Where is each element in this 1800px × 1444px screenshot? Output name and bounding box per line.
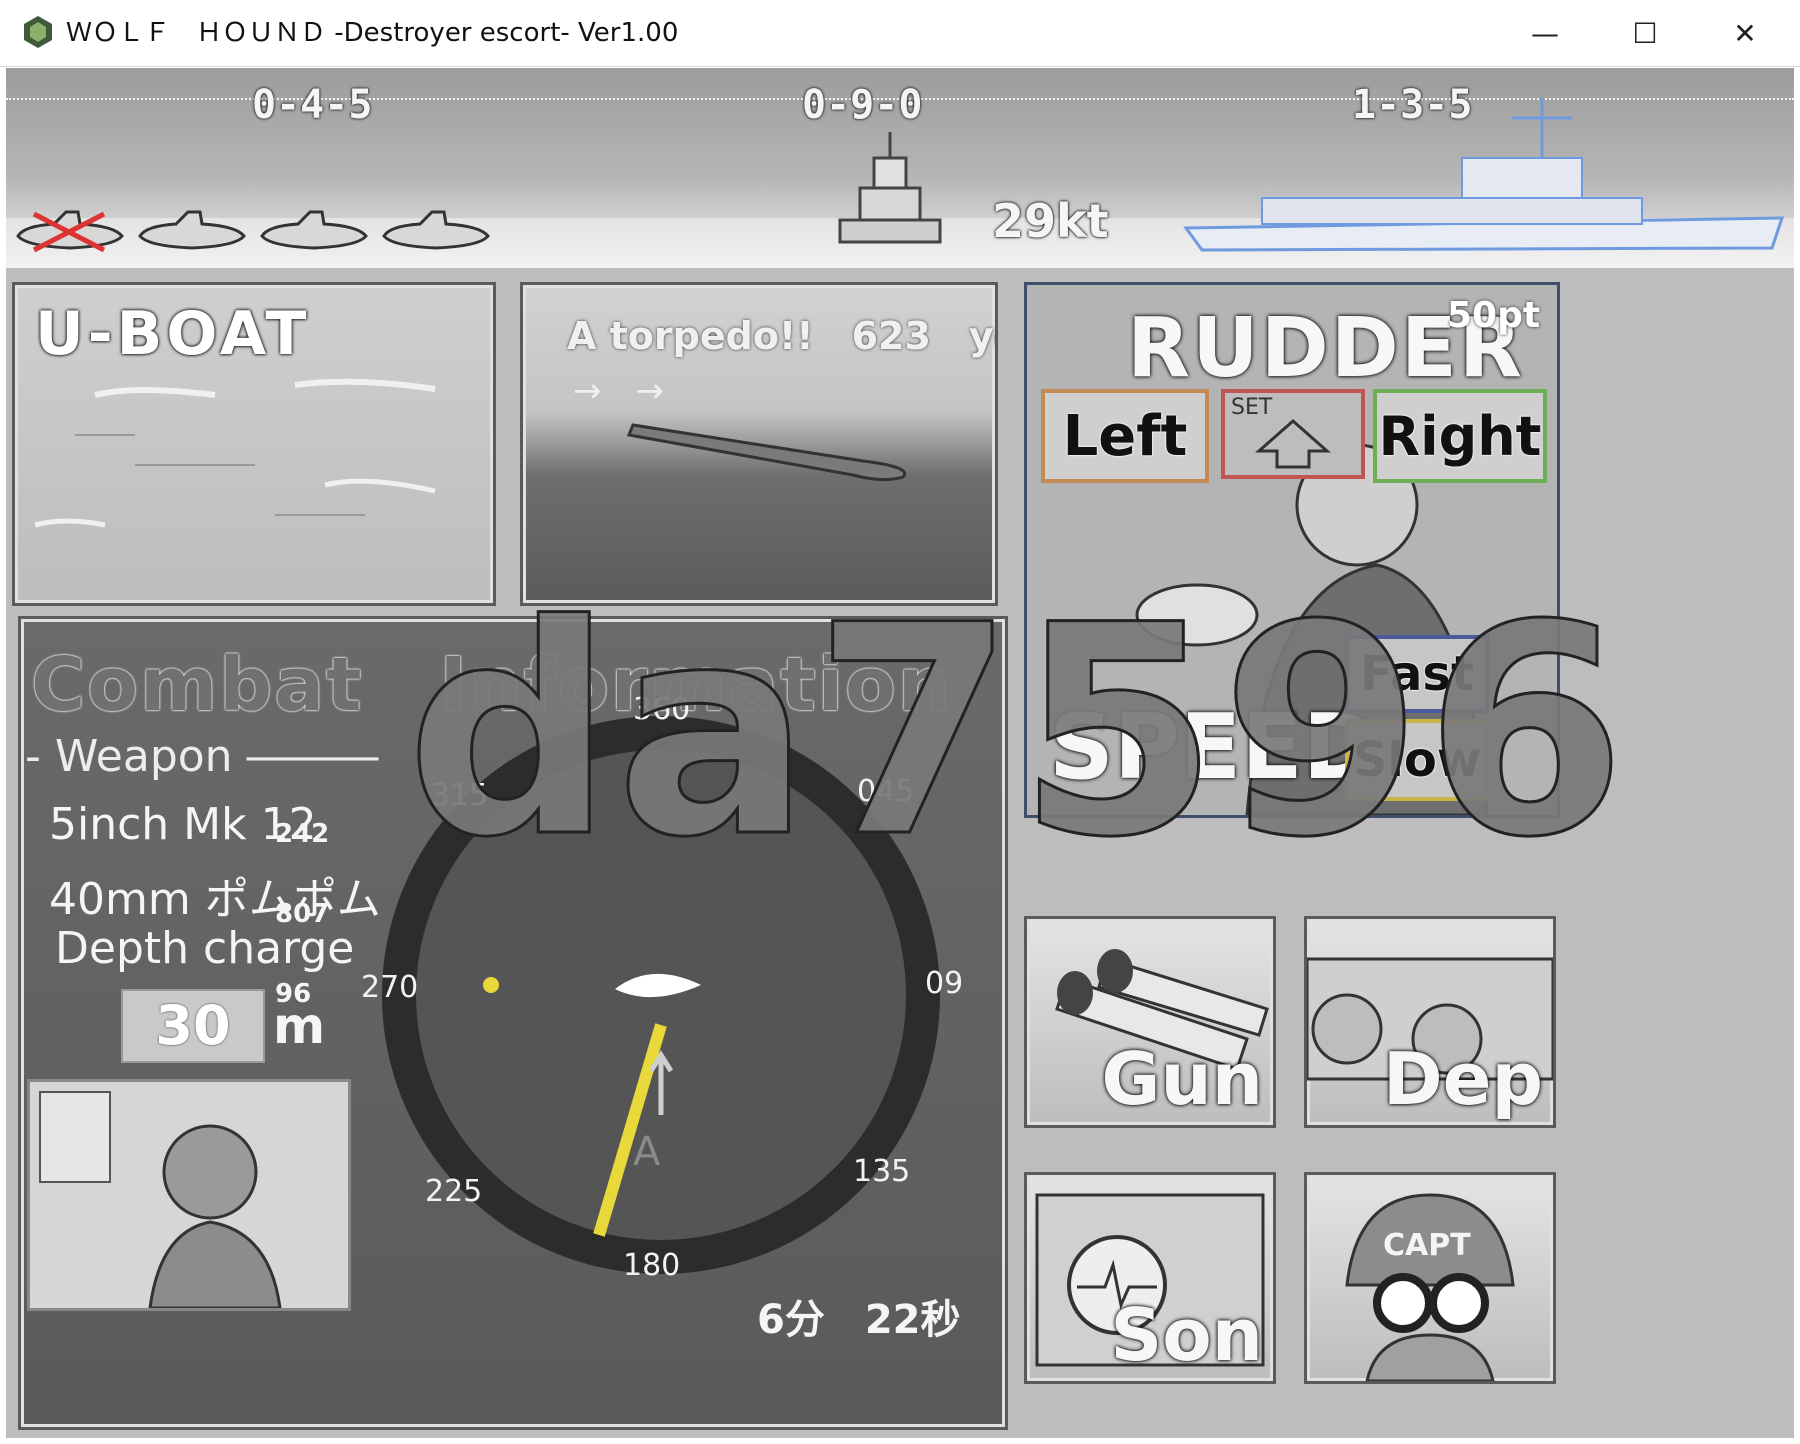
set-up-arrow-icon [1255, 418, 1331, 469]
speed-readout: 29kt [992, 194, 1109, 248]
player-destroyer-icon [1183, 98, 1785, 252]
bearing-090: 090 [925, 966, 961, 1001]
son-station-label: Son [1110, 1293, 1263, 1377]
sonar-operator-illustration [30, 1082, 348, 1310]
weapon-5inch-ammo: 242 [275, 819, 330, 849]
bearing-225: 225 [425, 1174, 482, 1209]
rudder-left-button[interactable]: Left [1041, 389, 1209, 483]
uboat-view-panel: U-BOAT [12, 282, 496, 606]
score-points: 50pt [1447, 295, 1541, 336]
bearing-135: 135 [853, 1154, 910, 1189]
target-label: A [633, 1129, 661, 1175]
rudder-right-button[interactable]: Right [1373, 389, 1547, 483]
heading-strip: 0-4-5 0-9-0 1-3-5 29kt [6, 68, 1794, 268]
uboat-life-icon [138, 210, 246, 250]
depth-setting-input[interactable]: 30 [121, 989, 265, 1063]
gun-station-button[interactable]: Gun [1024, 916, 1276, 1128]
sea-waves-illustration [34, 378, 436, 528]
rudder-set-button[interactable]: SET [1221, 389, 1365, 479]
uboat-life-icon [382, 210, 490, 250]
close-button[interactable]: ✕ [1700, 8, 1790, 58]
heading-label-090: 0-9-0 [802, 82, 923, 128]
torpedo-alert-text: A torpedo!! 623 yd [567, 314, 998, 358]
bearing-270: 270 [361, 970, 418, 1005]
radar-contact-blip [483, 977, 499, 993]
sonar-operator-portrait [27, 1079, 351, 1311]
captain-helmet-text: CAPT [1383, 1228, 1471, 1263]
heading-label-045: 0-4-5 [252, 82, 373, 128]
mission-timer: 6分 22秒 [757, 1297, 961, 1343]
depth-unit-label: m [273, 997, 326, 1055]
watermark-text: da7596 [404, 564, 1629, 901]
captain-binoculars-illustration: CAPT [1345, 1193, 1515, 1381]
window-title: ＷＯＬＦ ＨＯＵＮＤ -Destroyer escort- Ver1.00 [66, 18, 679, 48]
torpedo-illustration [626, 423, 907, 482]
weapon-depth-charge-label[interactable]: Depth charge [55, 923, 354, 974]
torpedo-view-panel: A torpedo!! 623 yd → → [520, 282, 998, 606]
dep-station-label: Dep [1382, 1037, 1543, 1121]
maximize-button[interactable]: ☐ [1600, 8, 1690, 58]
sonar-station-button[interactable]: Son [1024, 1172, 1276, 1384]
uboat-life-icon [260, 210, 368, 250]
bearing-180: 180 [623, 1248, 680, 1283]
game-app-icon [24, 16, 52, 48]
weapon-section-heading: - Weapon ――― [25, 731, 379, 782]
uboat-life-icon-lost [16, 210, 124, 253]
enemy-ship-bow-icon [838, 132, 942, 244]
minimize-button[interactable]: — [1500, 8, 1590, 58]
captain-lookout-button[interactable]: CAPT [1304, 1172, 1556, 1384]
game-canvas: 0-4-5 0-9-0 1-3-5 29kt U-BOAT A torpedo!… [6, 68, 1794, 1438]
uboat-panel-title: U-BOAT [35, 299, 311, 369]
weapon-40mm-label[interactable]: 40mm ポムポム [49, 863, 381, 927]
depth-charge-station-button[interactable]: Dep [1304, 916, 1556, 1128]
gun-station-label: Gun [1101, 1037, 1263, 1121]
window-titlebar: ＷＯＬＦ ＨＯＵＮＤ -Destroyer escort- Ver1.00 — … [0, 0, 1800, 67]
